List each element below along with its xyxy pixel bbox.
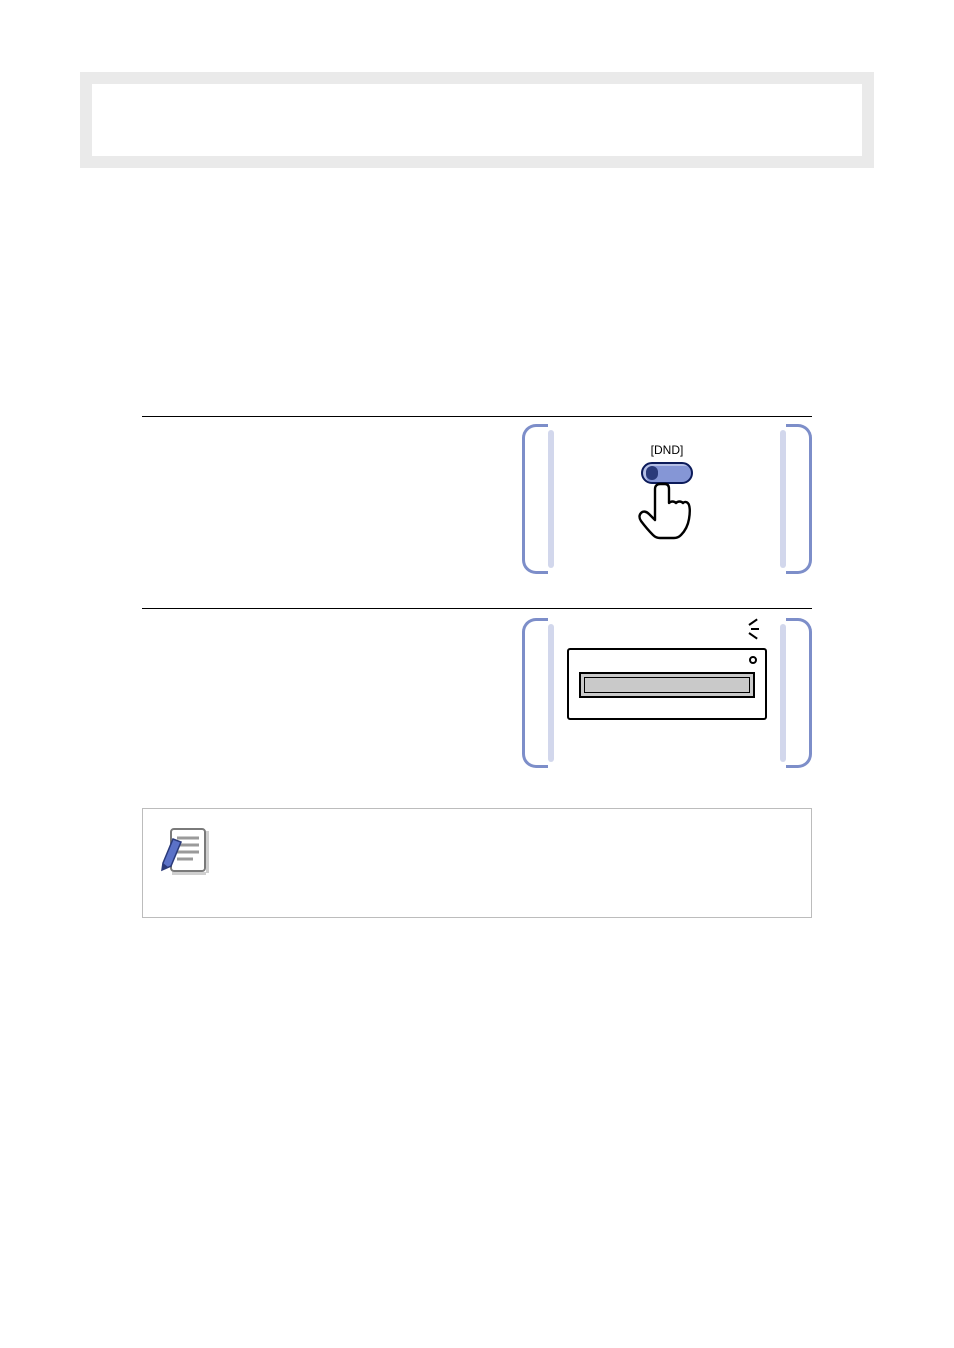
bracket-right	[786, 618, 812, 768]
document-note-icon	[157, 823, 215, 881]
status-lamp-icon	[749, 656, 757, 664]
step-2-illustration	[522, 618, 812, 768]
bracket-right	[786, 424, 812, 574]
note-box	[142, 808, 812, 918]
lamp-blink-icon	[741, 630, 767, 650]
bracket-left	[522, 618, 548, 768]
bracket-left	[522, 424, 548, 574]
title-banner	[80, 72, 874, 168]
divider	[142, 608, 812, 609]
lcd-screen	[579, 672, 755, 698]
divider	[142, 416, 812, 417]
lcd-display-icon	[567, 648, 767, 720]
hand-press-icon	[635, 478, 699, 548]
dnd-button-label: [DND]	[651, 444, 684, 456]
step-1-illustration: [DND]	[522, 424, 812, 574]
